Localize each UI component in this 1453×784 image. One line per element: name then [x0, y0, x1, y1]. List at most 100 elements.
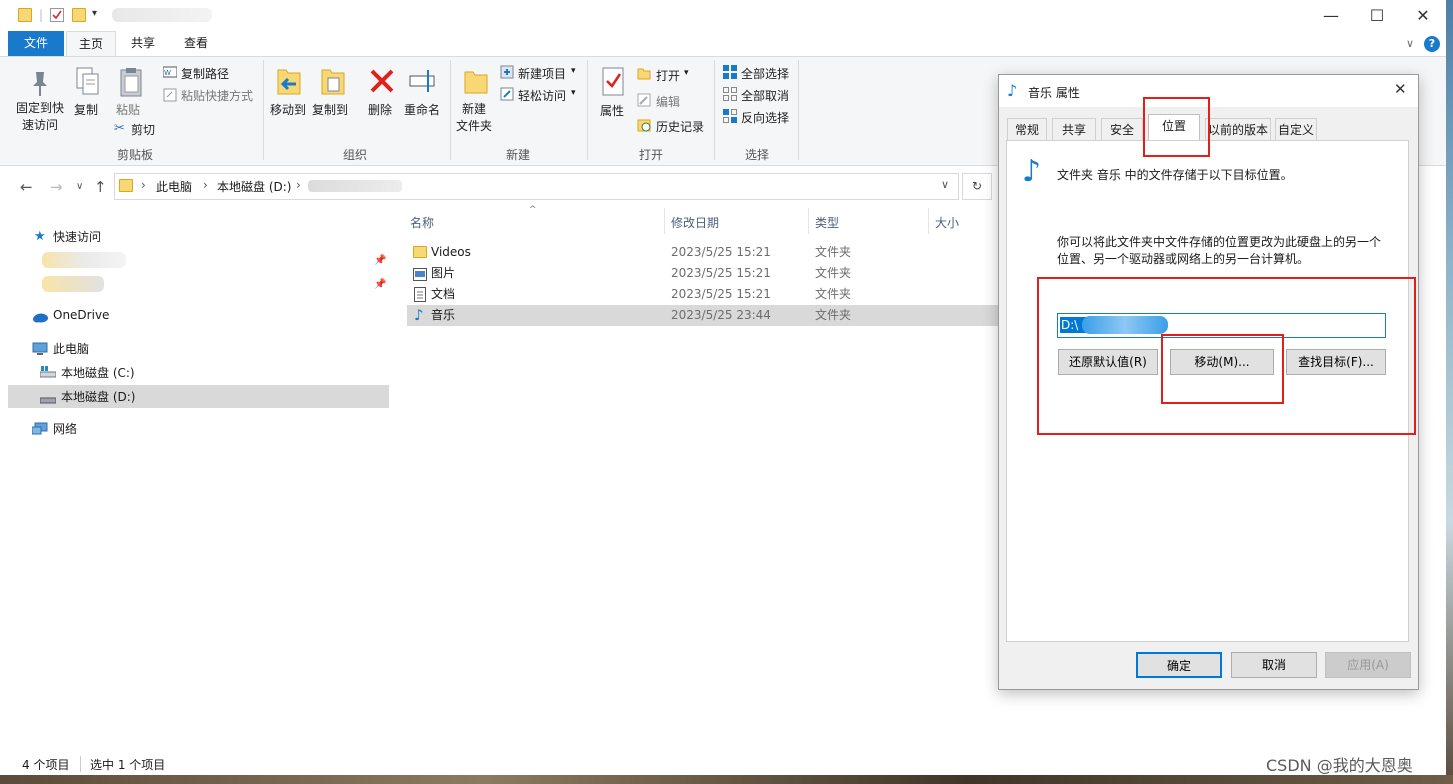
title-separator: |: [39, 8, 44, 22]
copy-button[interactable]: 复制: [74, 101, 98, 118]
dialog-tab-security[interactable]: 安全: [1101, 118, 1143, 140]
ok-button[interactable]: 确定: [1136, 652, 1222, 678]
breadcrumb-separator: ›: [203, 178, 208, 192]
column-header-size[interactable]: 大小: [935, 214, 959, 232]
edit-icon: [637, 93, 651, 110]
scissors-icon: ✂: [114, 121, 125, 136]
folder-icon: [413, 246, 427, 258]
column-divider[interactable]: [928, 208, 929, 234]
tab-share[interactable]: 共享: [120, 31, 166, 56]
nav-network[interactable]: 网络: [53, 420, 77, 437]
recent-locations-icon[interactable]: ∨: [76, 181, 83, 192]
back-button[interactable]: ←: [20, 178, 33, 196]
music-note-icon: ♪: [414, 306, 424, 324]
select-all-button[interactable]: 全部选择: [741, 65, 789, 82]
file-row-documents[interactable]: 文档 2023/5/25 15:21 文件夹: [407, 284, 999, 305]
pinned-icon: 📌: [374, 255, 387, 266]
open-button[interactable]: 打开: [656, 67, 680, 84]
ribbon-separator: [587, 60, 588, 160]
select-none-button[interactable]: 全部取消: [741, 87, 789, 104]
clipboard-group-label: 剪贴板: [116, 148, 153, 162]
file-row-music[interactable]: ♪ 音乐 2023/5/25 23:44 文件夹: [407, 305, 999, 326]
file-type: 文件夹: [815, 266, 852, 280]
column-divider[interactable]: [664, 208, 665, 234]
breadcrumb-separator: ›: [141, 178, 146, 192]
copy-path-button[interactable]: 复制路径: [181, 65, 229, 82]
dialog-tab-customize[interactable]: 自定义: [1275, 118, 1317, 140]
properties-quick-icon[interactable]: [50, 8, 64, 22]
pin-to-quick-access-button[interactable]: 固定到快速访问: [14, 100, 66, 134]
cancel-button[interactable]: 取消: [1231, 652, 1317, 678]
file-type: 文件夹: [815, 287, 852, 301]
properties-button[interactable]: 属性: [600, 102, 624, 119]
refresh-button[interactable]: ↻: [962, 173, 992, 200]
new-folder-quick-icon[interactable]: [72, 8, 86, 22]
dialog-close-button[interactable]: ✕: [1394, 80, 1407, 98]
nav-drive-c[interactable]: 本地磁盘 (C:): [61, 364, 135, 381]
easy-access-dropdown-icon[interactable]: ▾: [571, 88, 576, 98]
music-note-icon: ♪: [1007, 81, 1018, 100]
apply-button[interactable]: 应用(A): [1325, 652, 1411, 678]
svg-text:W: W: [164, 69, 171, 77]
rename-button[interactable]: 重命名: [404, 101, 440, 118]
file-name: 图片: [431, 266, 456, 280]
organize-group-label: 组织: [342, 148, 367, 162]
breadcrumb-drive-d[interactable]: 本地磁盘 (D:): [217, 178, 291, 195]
paste-shortcut-button[interactable]: 粘贴快捷方式: [181, 87, 253, 104]
find-target-button[interactable]: 查找目标(F)...: [1286, 349, 1386, 375]
column-divider[interactable]: [808, 208, 809, 234]
quick-access-dropdown-icon[interactable]: ▾: [92, 8, 97, 19]
nav-quick-access-item-blurred[interactable]: [42, 276, 104, 292]
move-to-button[interactable]: 移动到: [270, 101, 306, 118]
cut-button[interactable]: 剪切: [131, 121, 155, 138]
dialog-tab-previous-versions[interactable]: 以前的版本: [1205, 118, 1271, 140]
file-type: 文件夹: [815, 245, 852, 259]
paste-button[interactable]: 粘贴: [116, 101, 140, 118]
dialog-tab-general[interactable]: 常规: [1007, 118, 1047, 140]
dialog-title: 音乐 属性: [1028, 86, 1080, 100]
tab-file[interactable]: 文件: [8, 31, 64, 56]
open-dropdown-icon[interactable]: ▾: [684, 68, 689, 78]
file-date: 2023/5/25 15:21: [671, 266, 771, 280]
nav-quick-access-item-blurred[interactable]: [42, 252, 126, 268]
tab-view[interactable]: 查看: [172, 31, 220, 56]
delete-button[interactable]: 删除: [368, 101, 392, 118]
new-folder-button[interactable]: 新建 文件夹: [456, 101, 492, 135]
rename-icon: [408, 68, 438, 97]
breadcrumb-blurred-folder[interactable]: [308, 180, 402, 192]
maximize-button[interactable]: ☐: [1354, 0, 1400, 31]
column-header-name[interactable]: 名称: [410, 214, 434, 232]
file-row-videos[interactable]: Videos 2023/5/25 15:21 文件夹: [407, 242, 999, 263]
edit-button[interactable]: 编辑: [656, 93, 680, 110]
address-dropdown-icon[interactable]: ∨: [941, 178, 949, 191]
history-button[interactable]: 历史记录: [656, 118, 704, 135]
up-button[interactable]: ↑: [94, 178, 107, 196]
column-header-type[interactable]: 类型: [815, 214, 839, 232]
nav-quick-access[interactable]: 快速访问: [53, 228, 101, 245]
tab-home[interactable]: 主页: [66, 31, 116, 56]
close-button[interactable]: ✕: [1400, 0, 1446, 31]
nav-drive-d[interactable]: 本地磁盘 (D:): [61, 388, 135, 405]
invert-selection-button[interactable]: 反向选择: [741, 109, 789, 126]
restore-default-button[interactable]: 还原默认值(R): [1058, 349, 1158, 375]
copy-to-button[interactable]: 复制到: [312, 101, 348, 118]
star-icon: ★: [34, 229, 46, 244]
new-item-dropdown-icon[interactable]: ▾: [571, 66, 576, 76]
forward-button[interactable]: →: [50, 178, 63, 196]
file-row-pictures[interactable]: 图片 2023/5/25 15:21 文件夹: [407, 263, 999, 284]
breadcrumb-this-pc[interactable]: 此电脑: [156, 178, 192, 195]
dialog-tab-sharing[interactable]: 共享: [1052, 118, 1096, 140]
expand-ribbon-icon[interactable]: ∨: [1406, 37, 1414, 50]
nav-this-pc[interactable]: 此电脑: [53, 340, 89, 357]
csdn-watermark: CSDN @我的大恩奥: [1266, 756, 1413, 775]
minimize-button[interactable]: —: [1308, 0, 1354, 31]
desktop-background-bottom: [0, 775, 1453, 784]
desktop-background: [1446, 0, 1453, 784]
window-title: [112, 8, 212, 22]
help-icon[interactable]: ?: [1424, 36, 1440, 52]
column-header-date[interactable]: 修改日期: [671, 214, 719, 232]
nav-onedrive[interactable]: OneDrive: [53, 308, 109, 322]
new-group-label: 新建: [505, 148, 530, 162]
easy-access-button[interactable]: 轻松访问: [518, 87, 566, 104]
new-item-button[interactable]: 新建项目: [518, 65, 566, 82]
